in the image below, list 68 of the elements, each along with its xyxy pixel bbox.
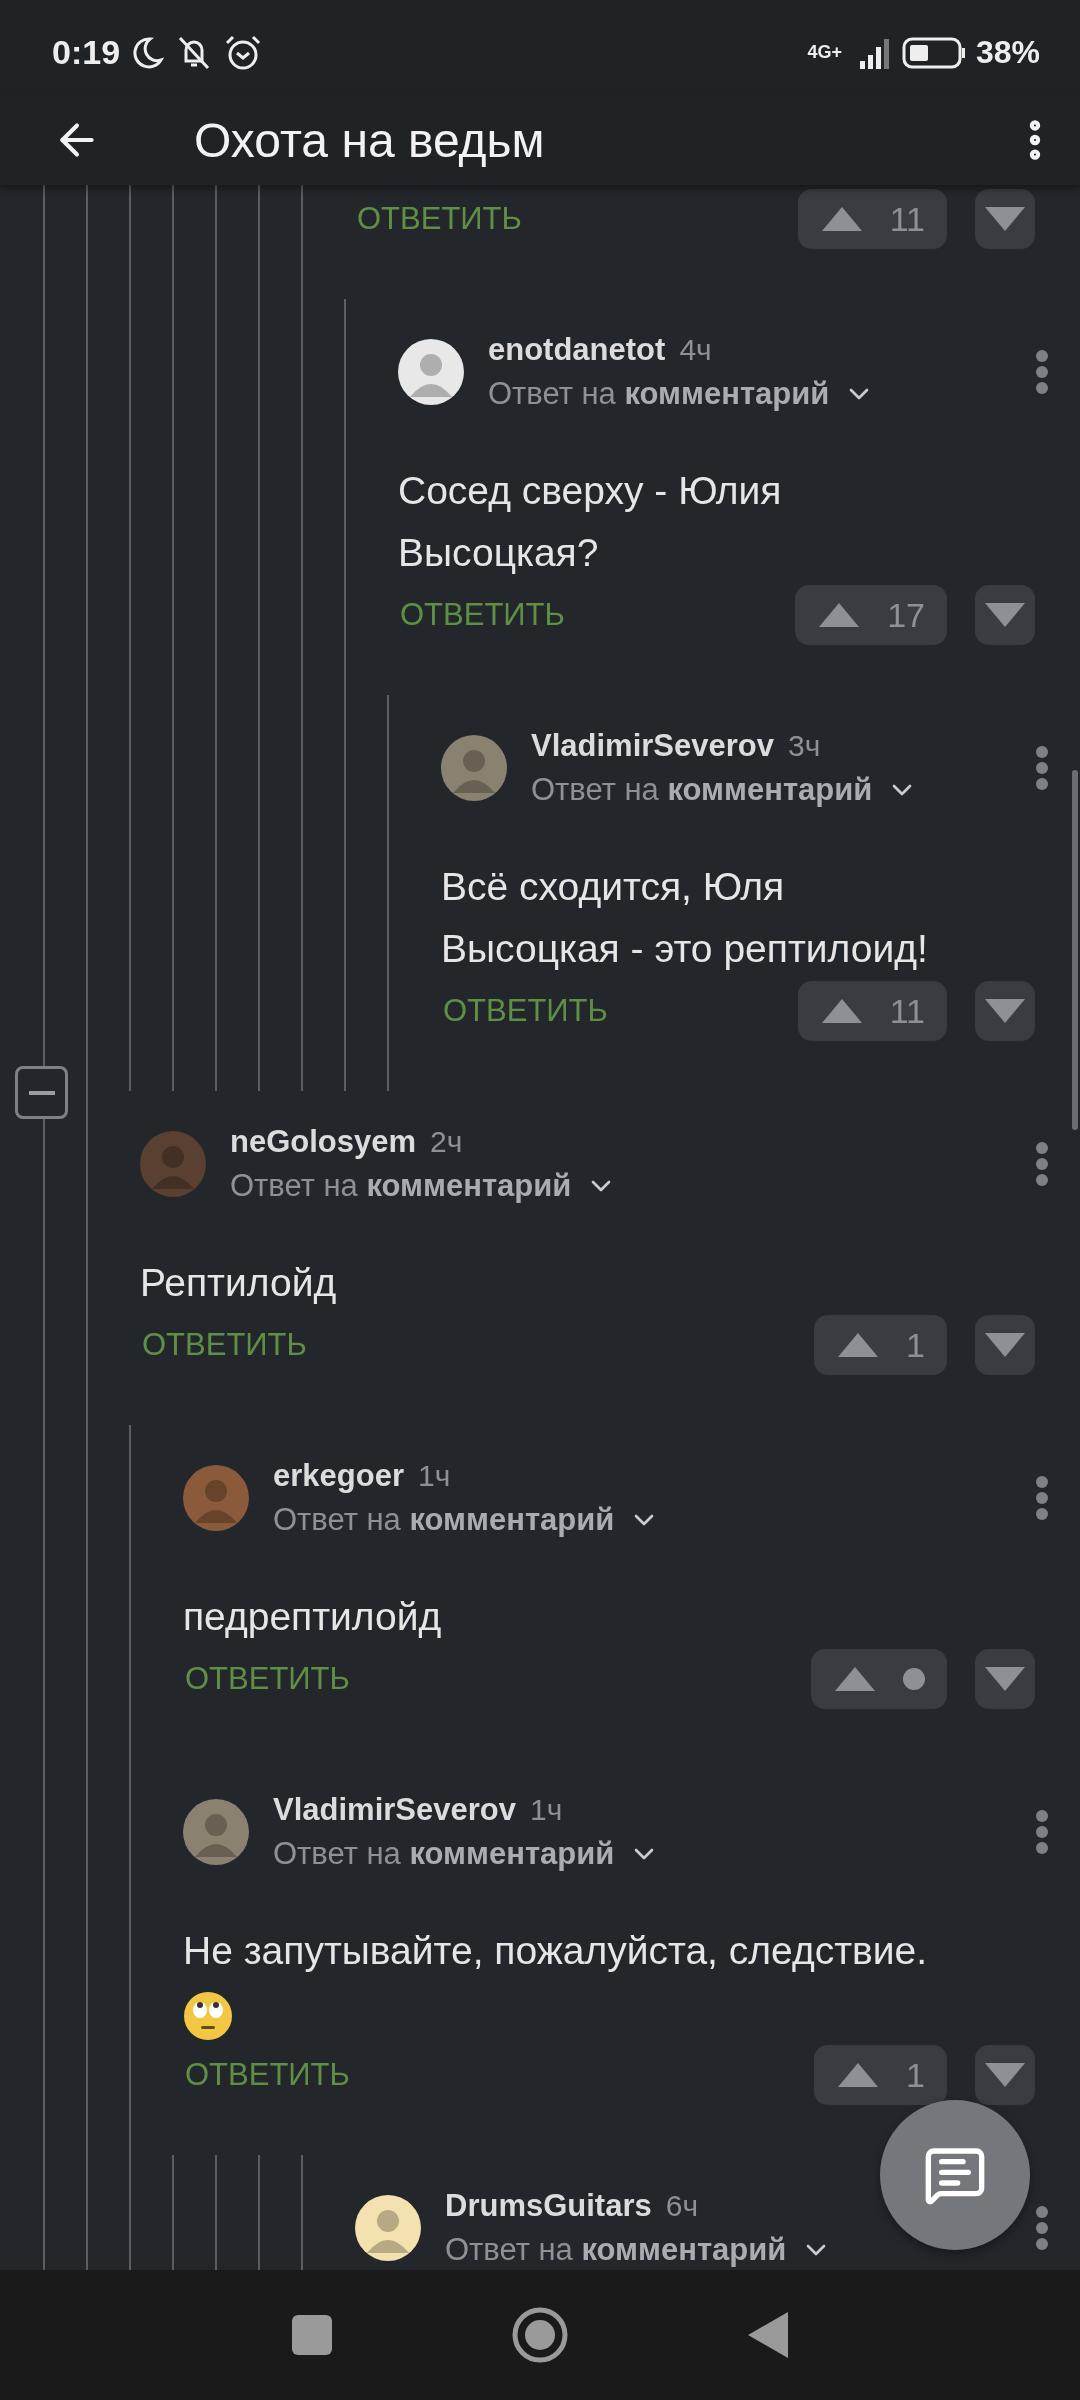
minus-icon [28,1090,55,1095]
upvote-icon [821,999,862,1023]
downvote-button[interactable] [975,981,1035,1041]
reply-to-link[interactable]: Ответ на комментарий [273,1836,615,1872]
username[interactable]: VladimirSeverov [273,1792,516,1828]
username[interactable]: VladimirSeverov [531,728,774,764]
downvote-icon [985,1333,1025,1357]
back-nav-icon[interactable] [748,2312,788,2358]
reply-to-link[interactable]: Ответ на комментарий [445,2232,787,2268]
comment-text: Рептилойд [140,1260,338,1306]
comment-text: Высоцкая - это рептилоид! [441,926,929,972]
downvote-button[interactable] [975,189,1035,249]
reply-to-link[interactable]: Ответ на комментарий [273,1502,615,1538]
status-time: 0:19 [52,33,121,72]
downvote-icon [985,999,1025,1023]
alarm-clock-icon [224,33,263,72]
upvote-button[interactable]: 11 [797,189,947,249]
comment-time: 2ч [430,1125,463,1159]
comment-time: 3ч [787,729,821,763]
downvote-button[interactable] [975,585,1035,645]
page-title: Охота на ведьм [194,112,546,168]
network-type: 4G+ [807,42,842,63]
downvote-icon [985,2063,1025,2087]
upvote-button[interactable] [811,1649,947,1709]
comment-time: 6ч [665,2189,699,2223]
downvote-icon [985,207,1025,231]
comment-text: Сосед сверху - Юлия [398,468,783,514]
comment-text: Не запутывайте, пожалуйста, следствие. [183,1928,929,1974]
comment-text: педрептилойд [183,1594,443,1640]
downvote-button[interactable] [975,2045,1035,2105]
comment-time: 4ч [679,333,712,367]
username[interactable]: neGolosyem [230,1124,417,1160]
upvote-icon [819,603,860,627]
username[interactable]: erkegoer [273,1458,404,1494]
upvote-button[interactable]: 1 [814,1315,947,1375]
comment-text: Всё сходится, Юля [441,864,786,910]
username[interactable]: enotdanetot [488,332,666,368]
reply-link[interactable]: ОТВЕТИТЬ [183,2057,815,2093]
upvote-button[interactable]: 11 [797,981,947,1041]
moon-icon [130,35,165,70]
battery-percent: 38% [975,34,1040,71]
reply-link[interactable]: ОТВЕТИТЬ [183,1661,811,1697]
reply-to-link[interactable]: Ответ на комментарий [230,1168,572,1204]
home-icon[interactable] [512,2307,568,2363]
reply-link[interactable]: ОТВЕТИТЬ [441,993,798,1029]
upvote-icon [838,1333,879,1357]
upvote-button[interactable]: 17 [795,585,947,645]
avatar[interactable] [355,2195,421,2261]
reply-link[interactable]: ОТВЕТИТЬ [140,1327,815,1363]
downvote-icon [985,1667,1025,1691]
reply-to-link[interactable]: Ответ на комментарий [531,772,873,808]
username[interactable]: DrumsGuitars [445,2188,652,2224]
comment-text: Высоцкая? [398,530,600,576]
upvote-button[interactable]: 1 [814,2045,947,2105]
downvote-button[interactable] [975,1315,1035,1375]
comment-time: 1ч [417,1459,451,1493]
upvote-icon [838,2063,879,2087]
avatar[interactable] [398,339,464,405]
downvote-button[interactable] [975,1649,1035,1709]
collapse-button[interactable] [15,1066,68,1119]
battery-icon [901,36,966,69]
reply-to-link[interactable]: Ответ на комментарий [488,376,830,412]
reply-link[interactable]: ОТВЕТИТЬ [355,201,798,237]
comment-time: 1ч [529,1793,563,1827]
downvote-icon [985,603,1025,627]
reply-link[interactable]: ОТВЕТИТЬ [398,597,796,633]
upvote-icon [835,1667,875,1691]
upvote-icon [821,207,862,231]
